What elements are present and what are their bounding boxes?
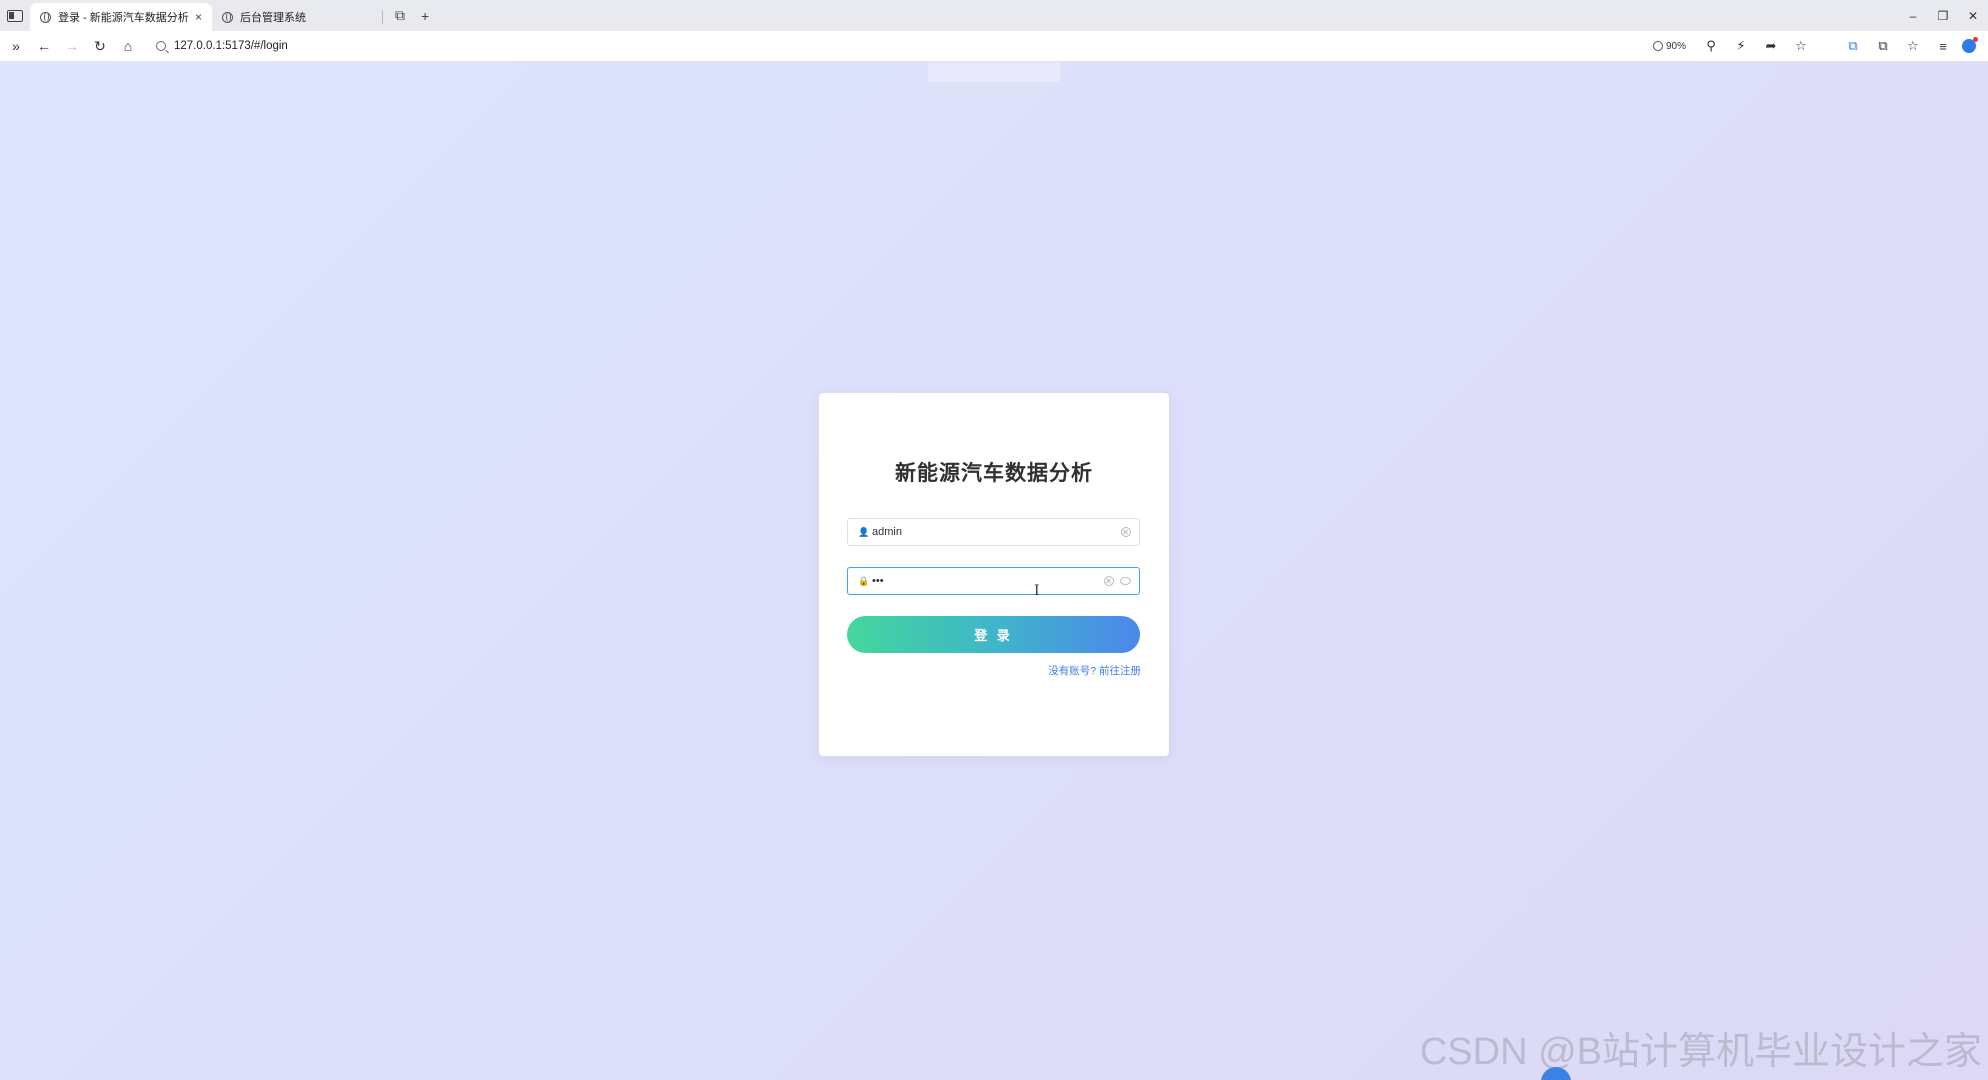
- zoom-level: 90%: [1665, 40, 1686, 52]
- new-tab-icon[interactable]: +: [421, 8, 429, 24]
- pin-icon[interactable]: ⚲: [1700, 38, 1722, 54]
- faded-toast: [928, 62, 1060, 82]
- username-field[interactable]: 👤 admin: [847, 518, 1140, 546]
- sidebar-toggle-icon[interactable]: [0, 0, 30, 31]
- password-value: •••: [872, 575, 884, 587]
- clear-icon[interactable]: [1121, 527, 1131, 537]
- reload-icon[interactable]: ↻: [86, 32, 114, 60]
- extensions-icon[interactable]: ⧉: [1872, 38, 1894, 54]
- globe-icon: [222, 11, 233, 23]
- tab-login[interactable]: 登录 - 新能源汽车数据分析 ×: [30, 3, 212, 31]
- add-favorite-icon[interactable]: ☆: [1790, 38, 1812, 54]
- tab-title: 后台管理系统: [240, 12, 306, 24]
- tab-admin[interactable]: 后台管理系统: [212, 3, 382, 31]
- username-value: admin: [872, 526, 902, 538]
- globe-icon: [40, 11, 51, 23]
- forward-double-icon[interactable]: »: [2, 32, 30, 60]
- user-icon: 👤: [858, 526, 870, 537]
- tab-divider: [382, 10, 383, 24]
- forward-icon[interactable]: →: [58, 32, 86, 60]
- profile-avatar[interactable]: [1962, 37, 1978, 53]
- page-background: 新能源汽车数据分析 👤 admin 🔒 ••• 登 录 没有账号? 前往注册 I…: [0, 62, 1988, 1080]
- login-card: 新能源汽车数据分析 👤 admin 🔒 ••• 登 录 没有账号? 前往注册: [819, 393, 1169, 756]
- translate-icon[interactable]: ⧉: [1842, 38, 1864, 54]
- watermark: CSDN @B站计算机毕业设计之家: [1419, 1031, 1982, 1073]
- login-button[interactable]: 登 录: [847, 616, 1140, 653]
- url-text: 127.0.0.1:5173/#/login: [174, 40, 288, 52]
- share-icon[interactable]: ➦: [1760, 38, 1782, 54]
- home-icon[interactable]: ⌂: [114, 32, 142, 60]
- back-icon[interactable]: ←: [30, 32, 58, 60]
- minimize-icon[interactable]: –: [1898, 9, 1928, 23]
- menu-icon[interactable]: ≡: [1932, 39, 1954, 54]
- text-cursor-icon: I: [1034, 583, 1040, 599]
- register-link[interactable]: 没有账号? 前往注册: [1048, 663, 1141, 678]
- password-field[interactable]: 🔒 •••: [847, 567, 1140, 595]
- eye-icon[interactable]: [1120, 577, 1131, 585]
- favorites-icon[interactable]: ☆: [1902, 38, 1924, 54]
- address-bar[interactable]: 127.0.0.1:5173/#/login: [156, 40, 1653, 52]
- lock-icon: 🔒: [858, 575, 870, 586]
- clear-icon[interactable]: [1104, 576, 1114, 586]
- search-icon: [156, 41, 166, 51]
- window-close-icon[interactable]: ✕: [1958, 9, 1988, 23]
- tab-title: 登录 - 新能源汽车数据分析: [58, 12, 189, 24]
- bolt-icon[interactable]: ⚡: [1730, 38, 1752, 54]
- restore-icon[interactable]: ❐: [1928, 9, 1958, 23]
- tab-overview-icon[interactable]: ⧉: [395, 7, 405, 24]
- zoom-icon: [1652, 41, 1663, 51]
- tab-strip: 登录 - 新能源汽车数据分析 × 后台管理系统 ⧉ + – ❐ ✕: [0, 0, 1988, 31]
- zoom-indicator[interactable]: 90%: [1652, 40, 1686, 52]
- close-tab-icon[interactable]: ×: [195, 10, 202, 24]
- browser-toolbar: » ← → ↻ ⌂ 127.0.0.1:5173/#/login 90% ⚲ ⚡…: [0, 31, 1988, 62]
- login-title: 新能源汽车数据分析: [895, 462, 1093, 485]
